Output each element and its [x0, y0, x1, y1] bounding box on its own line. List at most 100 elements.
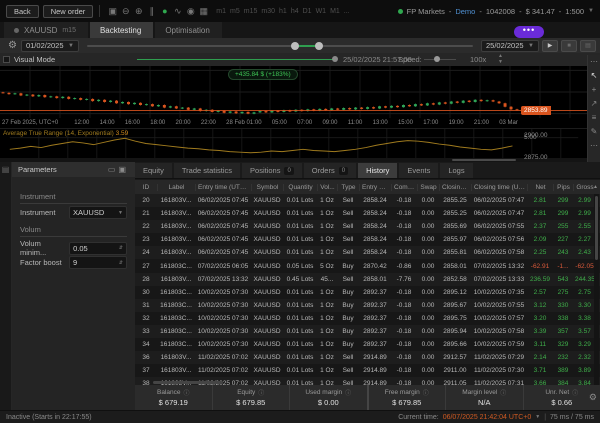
gear-icon[interactable]: ⚙ [8, 40, 17, 51]
volume-min-stepper[interactable]: 0.05 ⇵ [69, 242, 127, 255]
timeframe-h1[interactable]: h1 [279, 8, 287, 15]
timeframe-m1[interactable]: m1 [216, 8, 226, 15]
speed-slider-handle[interactable] [434, 56, 440, 62]
collapsed-sidebar-strip[interactable]: ▤ [0, 162, 12, 410]
eye-icon[interactable]: ◉ [184, 6, 197, 17]
info-icon[interactable]: ⓘ [258, 388, 264, 397]
table-row[interactable]: 33161803C...10/02/2025 07:30XAUUSD0.01 L… [135, 325, 600, 338]
visual-mode-checkbox[interactable] [3, 56, 10, 63]
indicators-icon[interactable]: ∿ [171, 6, 184, 17]
table-row[interactable]: 22161803V...06/02/2025 07:45XAUUSD0.01 L… [135, 220, 600, 233]
instrument-select[interactable]: XAUUSD ▼ [69, 206, 127, 219]
results-tab-trade-statistics[interactable]: Trade statistics [174, 163, 240, 178]
info-icon[interactable]: ⓘ [183, 388, 189, 397]
timeframe-...[interactable]: ... [344, 8, 350, 15]
timeframe-M1[interactable]: M1 [330, 8, 340, 15]
column-header[interactable]: Symbol [251, 184, 283, 191]
table-row[interactable]: 24161803V...06/02/2025 07:45XAUUSD0.01 L… [135, 246, 600, 259]
table-row[interactable]: 37161803V...11/02/2025 07:02XAUUSD0.01 L… [135, 364, 600, 377]
account-selector[interactable]: FP Markets - Demo - 1042008 - $ 341.47 -… [398, 7, 594, 16]
info-icon[interactable]: ⓘ [345, 388, 351, 397]
panel-menu-icon[interactable]: ▣ [118, 165, 129, 174]
zoom-out-icon[interactable]: ⊖ [119, 6, 132, 17]
timeframe-W1[interactable]: W1 [316, 8, 327, 15]
column-header[interactable]: Swap [417, 184, 439, 191]
draw-icon[interactable]: ✎ [591, 127, 598, 136]
table-row[interactable]: 28161803V...07/02/2025 13:32XAUUSD0.45 L… [135, 273, 600, 286]
to-date-picker[interactable]: 25/02/2025 ▼ [481, 40, 539, 52]
stepper-arrows[interactable]: ⇵ [119, 260, 123, 266]
chart-type-icon[interactable]: ∥ [145, 6, 158, 17]
column-header[interactable]: Entry time (UTC+0) [195, 184, 251, 191]
column-header[interactable]: Pips [553, 184, 573, 191]
results-tab-orders[interactable]: Orders0 [304, 163, 356, 178]
tab-xauusd[interactable]: XAUUSDm15 [4, 22, 88, 38]
table-row[interactable]: 34161803C...10/02/2025 07:30XAUUSD0.01 L… [135, 338, 600, 351]
chart-region[interactable]: +435.84 $ (+183%) 2853.89 27 Feb 2025, U… [0, 66, 600, 162]
range-end-handle[interactable] [315, 42, 323, 50]
timeframe-D1[interactable]: D1 [303, 8, 312, 15]
trendline-icon[interactable]: ↗ [591, 99, 598, 108]
new-order-button[interactable]: New order [43, 5, 94, 18]
column-header[interactable]: Entry pri... [359, 184, 391, 191]
speed-slider-track[interactable] [424, 59, 456, 60]
column-header[interactable]: Quantity [283, 184, 317, 191]
column-header[interactable]: Vol... [317, 184, 337, 191]
date-range-slider[interactable] [87, 40, 473, 52]
timeframe-h4[interactable]: h4 [291, 8, 299, 15]
range-start-handle[interactable] [291, 42, 299, 50]
table-row[interactable]: 20161803V...06/02/2025 07:45XAUUSD0.01 L… [135, 194, 600, 207]
info-icon[interactable]: ⓘ [500, 388, 506, 397]
link-status-icon[interactable]: ● [158, 6, 171, 17]
summary-gear-icon[interactable]: ⚙ [589, 392, 597, 403]
info-icon[interactable]: ⓘ [423, 388, 429, 397]
results-tab-events[interactable]: Events [399, 163, 438, 178]
table-row[interactable]: 27161803C...07/02/2025 06:05XAUUSD0.05 L… [135, 259, 600, 272]
results-tab-history[interactable]: History [358, 163, 397, 178]
table-horizontal-scrollbar[interactable] [135, 381, 594, 384]
results-tab-positions[interactable]: Positions0 [242, 163, 302, 178]
drag-handle-icon[interactable]: ⋯ [590, 57, 598, 66]
more-options-pill[interactable]: ••• [514, 26, 544, 38]
stepper-arrows[interactable]: ▲▼ [498, 53, 503, 65]
stepper-arrows[interactable]: ⇵ [119, 245, 123, 251]
stop-button[interactable]: ■ [561, 40, 577, 52]
timeframe-m5[interactable]: m5 [230, 8, 240, 15]
tab-optimisation[interactable]: Optimisation [155, 22, 221, 38]
table-row[interactable]: 32161803C...10/02/2025 07:30XAUUSD0.01 L… [135, 312, 600, 325]
column-header[interactable]: Net [527, 184, 553, 191]
report-button[interactable]: ▤ [580, 40, 596, 52]
table-row[interactable]: 21161803V...06/02/2025 07:45XAUUSD0.01 L… [135, 207, 600, 220]
progress-handle[interactable] [332, 56, 338, 62]
timeframe-m30[interactable]: m30 [261, 8, 275, 15]
tab-backtesting[interactable]: Backtesting [90, 22, 153, 38]
table-row[interactable]: 36161803V...11/02/2025 07:02XAUUSD0.01 L… [135, 351, 600, 364]
cursor-icon[interactable]: ↖ [591, 71, 598, 80]
column-header[interactable]: Closing time (UT... [471, 184, 527, 191]
collapse-icon[interactable]: ▭ [108, 165, 119, 174]
fibonacci-icon[interactable]: ≡ [592, 113, 597, 122]
atr-indicator-label[interactable]: Average True Range (14, Exponential) 3.5… [3, 130, 128, 137]
results-tab-logs[interactable]: Logs [440, 163, 472, 178]
table-row[interactable]: 31161803C...10/02/2025 07:30XAUUSD0.01 L… [135, 299, 600, 312]
from-date-picker[interactable]: 01/02/2025 ▼ [21, 40, 79, 52]
table-vertical-scrollbar[interactable] [594, 194, 599, 385]
table-row[interactable]: 23161803V...06/02/2025 07:45XAUUSD0.01 L… [135, 233, 600, 246]
zoom-in-icon[interactable]: ⊕ [132, 6, 145, 17]
info-icon[interactable]: ⓘ [572, 388, 578, 397]
slider-track[interactable] [87, 45, 473, 47]
column-header[interactable]: Closing ... [439, 184, 471, 191]
calendar-icon[interactable]: ▦ [197, 6, 210, 17]
play-button[interactable]: ▶ [542, 40, 558, 52]
column-header[interactable]: ID [135, 184, 157, 191]
history-table-header[interactable]: IDLabelEntry time (UTC+0)SymbolQuantityV… [135, 180, 600, 194]
column-header[interactable]: Comm... [391, 184, 417, 191]
window-icon[interactable]: ▣ [106, 6, 119, 17]
crosshair-icon[interactable]: + [592, 85, 597, 94]
column-header[interactable]: Label [157, 184, 195, 191]
column-header[interactable]: Type [337, 184, 359, 191]
back-button[interactable]: Back [6, 5, 39, 18]
timeframe-m15[interactable]: m15 [244, 8, 258, 15]
more-icon[interactable]: ⋯ [590, 141, 598, 150]
factor-boost-stepper[interactable]: 9 ⇵ [69, 256, 127, 269]
